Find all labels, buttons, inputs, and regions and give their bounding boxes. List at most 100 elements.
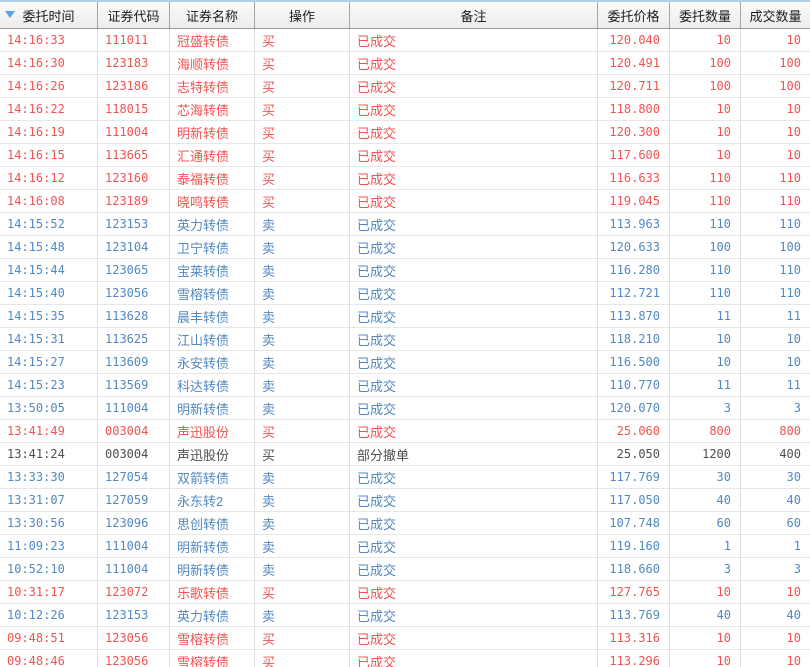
table-row[interactable]: 14:15:35 113628 晨丰转债 卖 已成交 113.870 11 11 xyxy=(0,305,810,328)
table-row[interactable]: 13:41:49 003004 声迅股份 买 已成交 25.060 800 80… xyxy=(0,420,810,443)
cell-security-code: 123153 xyxy=(98,604,170,626)
cell-remark: 已成交 xyxy=(350,236,598,258)
column-header-security-name[interactable]: 证券名称 xyxy=(170,2,255,28)
table-row[interactable]: 14:16:08 123189 晓鸣转债 买 已成交 119.045 110 1… xyxy=(0,190,810,213)
cell-order-price: 107.748 xyxy=(598,512,670,534)
table-row[interactable]: 14:15:27 113609 永安转债 卖 已成交 116.500 10 10 xyxy=(0,351,810,374)
table-row[interactable]: 14:15:44 123065 宝莱转债 卖 已成交 116.280 110 1… xyxy=(0,259,810,282)
cell-filled-quantity: 11 xyxy=(786,378,801,392)
table-row[interactable]: 09:48:51 123056 雪榕转债 买 已成交 113.316 10 10 xyxy=(0,627,810,650)
cell-remark: 已成交 xyxy=(350,305,598,327)
cell-remark: 已成交 xyxy=(350,190,598,212)
table-row[interactable]: 11:09:23 111004 明新转债 卖 已成交 119.160 1 1 xyxy=(0,535,810,558)
column-header-filled-quantity[interactable]: 成交数量 xyxy=(741,2,810,28)
cell-security-code: 113609 xyxy=(98,351,170,373)
table-row[interactable]: 14:16:19 111004 明新转债 买 已成交 120.300 10 10 xyxy=(0,121,810,144)
cell-operation: 卖 xyxy=(255,466,350,488)
cell-security-name: 冠盛转债 xyxy=(170,29,255,51)
cell-security-code: 123056 xyxy=(98,650,170,667)
column-header-security-code[interactable]: 证券代码 xyxy=(98,2,170,28)
column-header-order-price[interactable]: 委托价格 xyxy=(598,2,670,28)
cell-remark: 已成交 xyxy=(350,581,598,603)
cell-security-code: 123056 xyxy=(98,627,170,649)
cell-remark: 已成交 xyxy=(350,29,598,51)
table-row[interactable]: 13:33:30 127054 双箭转债 卖 已成交 117.769 30 30 xyxy=(0,466,810,489)
cell-security-code: 111004 xyxy=(98,535,170,557)
cell-order-price: 118.800 xyxy=(598,98,670,120)
table-row[interactable]: 14:16:12 123160 泰福转债 买 已成交 116.633 110 1… xyxy=(0,167,810,190)
cell-order-time: 14:16:19 xyxy=(0,121,98,143)
cell-order-price: 113.296 xyxy=(598,650,670,667)
cell-operation: 买 xyxy=(255,52,350,74)
cell-order-price: 117.050 xyxy=(598,489,670,511)
cell-security-code: 127054 xyxy=(98,466,170,488)
cell-operation: 买 xyxy=(255,29,350,51)
table-row[interactable]: 14:15:48 123104 卫宁转债 卖 已成交 120.633 100 1… xyxy=(0,236,810,259)
cell-operation: 卖 xyxy=(255,351,350,373)
cell-operation: 卖 xyxy=(255,213,350,235)
cell-filled-quantity: 100 xyxy=(779,240,801,254)
cell-order-time: 14:15:27 xyxy=(0,351,98,373)
table-row[interactable]: 14:15:52 123153 英力转债 卖 已成交 113.963 110 1… xyxy=(0,213,810,236)
cell-remark: 已成交 xyxy=(350,52,598,74)
cell-order-quantity: 110 xyxy=(670,190,741,212)
cell-order-time: 10:31:17 xyxy=(0,581,98,603)
cell-security-name: 思创转债 xyxy=(170,512,255,534)
table-row[interactable]: 13:31:07 127059 永东转2 卖 已成交 117.050 40 40 xyxy=(0,489,810,512)
cell-filled-quantity: 10 xyxy=(786,148,801,162)
table-row[interactable]: 10:12:26 123153 英力转债 卖 已成交 113.769 40 40 xyxy=(0,604,810,627)
cell-order-quantity: 11 xyxy=(670,374,741,396)
cell-operation: 买 xyxy=(255,650,350,667)
table-row[interactable]: 14:16:26 123186 志特转债 买 已成交 120.711 100 1… xyxy=(0,75,810,98)
cell-order-quantity: 3 xyxy=(670,397,741,419)
cell-order-price: 117.600 xyxy=(598,144,670,166)
cell-order-time: 14:16:15 xyxy=(0,144,98,166)
cell-security-name: 卫宁转债 xyxy=(170,236,255,258)
table-row[interactable]: 14:16:15 113665 汇通转债 买 已成交 117.600 10 10 xyxy=(0,144,810,167)
column-header-order-time[interactable]: 委托时间 xyxy=(0,2,98,28)
cell-operation: 卖 xyxy=(255,305,350,327)
cell-operation: 卖 xyxy=(255,236,350,258)
cell-order-price: 120.711 xyxy=(598,75,670,97)
cell-filled-quantity: 100 xyxy=(779,56,801,70)
cell-filled-quantity: 30 xyxy=(786,470,801,484)
cell-operation: 买 xyxy=(255,581,350,603)
cell-security-name: 泰福转债 xyxy=(170,167,255,189)
cell-order-quantity: 11 xyxy=(670,305,741,327)
table-row[interactable]: 10:52:10 111004 明新转债 卖 已成交 118.660 3 3 xyxy=(0,558,810,581)
table-row[interactable]: 13:41:24 003004 声迅股份 买 部分撤单 25.050 1200 … xyxy=(0,443,810,466)
column-header-label: 委托价格 xyxy=(607,8,660,24)
table-row[interactable]: 14:15:31 113625 江山转债 卖 已成交 118.210 10 10 xyxy=(0,328,810,351)
cell-security-code: 111011 xyxy=(98,29,170,51)
table-row[interactable]: 14:15:40 123056 雪榕转债 卖 已成交 112.721 110 1… xyxy=(0,282,810,305)
table-row[interactable]: 14:15:23 113569 科达转债 卖 已成交 110.770 11 11 xyxy=(0,374,810,397)
table-row[interactable]: 13:30:56 123096 思创转债 卖 已成交 107.748 60 60 xyxy=(0,512,810,535)
cell-remark: 已成交 xyxy=(350,650,598,667)
cell-order-price: 127.765 xyxy=(598,581,670,603)
cell-filled-quantity: 3 xyxy=(793,562,801,576)
column-header-order-quantity[interactable]: 委托数量 xyxy=(670,2,741,28)
cell-filled-quantity: 110 xyxy=(779,171,801,185)
cell-security-name: 晨丰转债 xyxy=(170,305,255,327)
table-row[interactable]: 09:48:46 123056 雪榕转债 买 已成交 113.296 10 10 xyxy=(0,650,810,667)
cell-order-price: 116.633 xyxy=(598,167,670,189)
cell-remark: 已成交 xyxy=(350,466,598,488)
table-row[interactable]: 14:16:30 123183 海顺转债 买 已成交 120.491 100 1… xyxy=(0,52,810,75)
table-row[interactable]: 14:16:22 118015 芯海转债 买 已成交 118.800 10 10 xyxy=(0,98,810,121)
table-row[interactable]: 13:50:05 111004 明新转债 卖 已成交 120.070 3 3 xyxy=(0,397,810,420)
cell-security-code: 123056 xyxy=(98,282,170,304)
cell-remark: 已成交 xyxy=(350,558,598,580)
cell-order-time: 13:31:07 xyxy=(0,489,98,511)
cell-remark: 已成交 xyxy=(350,512,598,534)
table-row[interactable]: 14:16:33 111011 冠盛转债 买 已成交 120.040 10 10 xyxy=(0,29,810,52)
cell-order-quantity: 10 xyxy=(670,144,741,166)
cell-security-code: 123153 xyxy=(98,213,170,235)
cell-order-time: 13:50:05 xyxy=(0,397,98,419)
column-header-remark[interactable]: 备注 xyxy=(350,2,598,28)
cell-security-name: 明新转债 xyxy=(170,535,255,557)
table-row[interactable]: 10:31:17 123072 乐歌转债 买 已成交 127.765 10 10 xyxy=(0,581,810,604)
cell-remark: 已成交 xyxy=(350,259,598,281)
column-header-operation[interactable]: 操作 xyxy=(255,2,350,28)
cell-operation: 卖 xyxy=(255,558,350,580)
cell-order-time: 14:15:35 xyxy=(0,305,98,327)
